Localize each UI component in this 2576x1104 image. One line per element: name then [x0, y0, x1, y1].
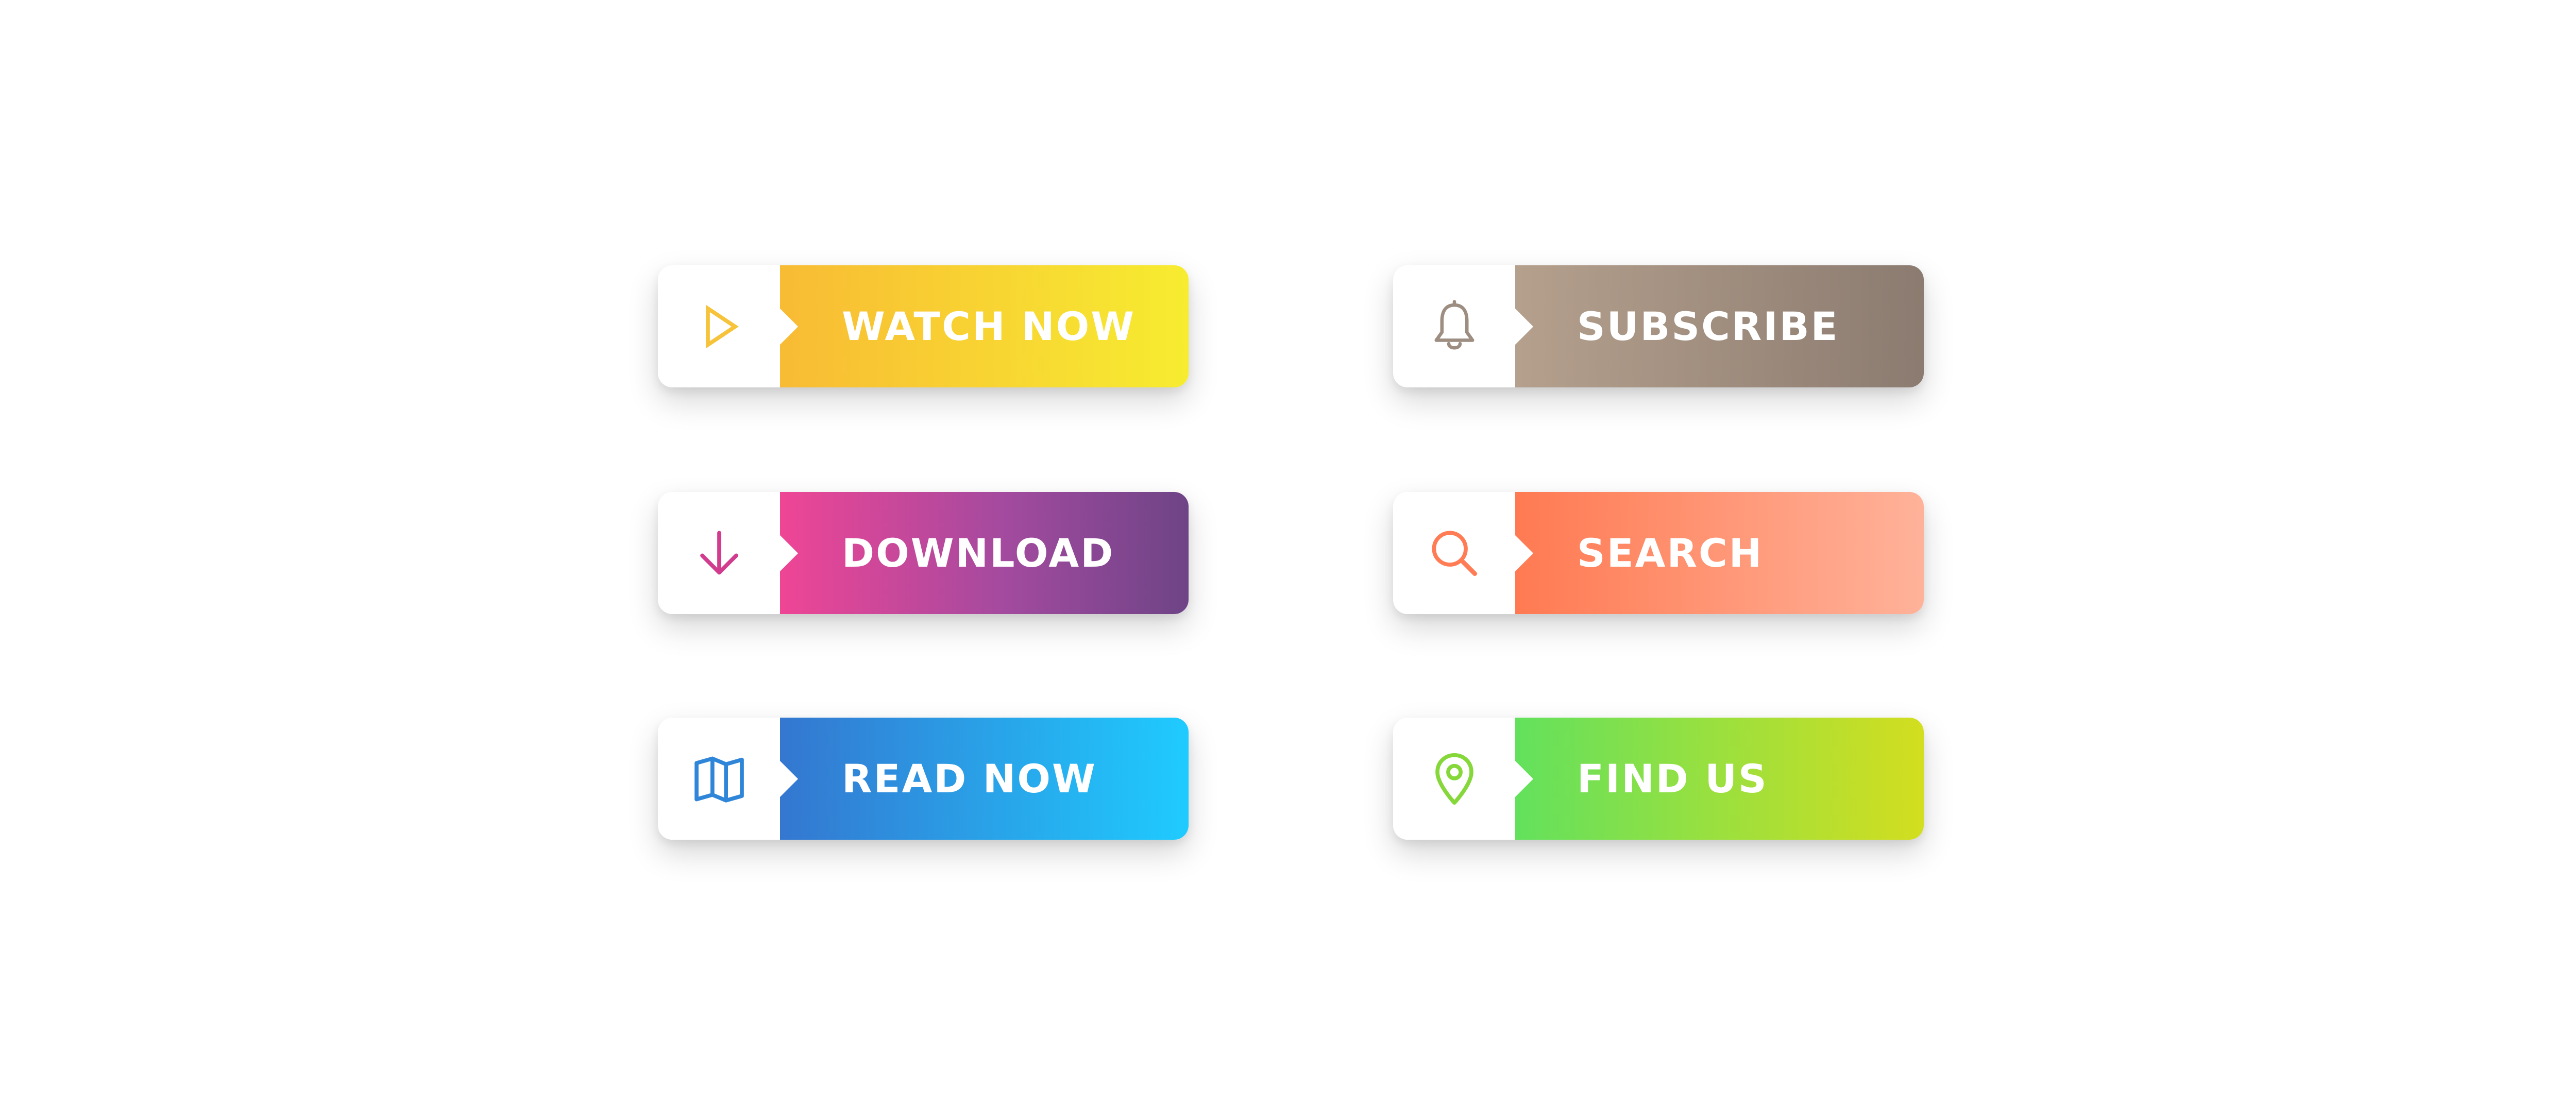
search-icon-box — [1393, 492, 1515, 614]
watch-now-label: WATCH NOW — [842, 303, 1136, 349]
search-icon — [1432, 531, 1477, 576]
download-label-area: DOWNLOAD — [780, 492, 1189, 614]
search-label: SEARCH — [1577, 530, 1764, 576]
arrow-down-icon — [700, 531, 738, 574]
button-showcase: WATCH NOW DOWNLOAD READ NOW SUBSCRIBE SE… — [0, 0, 2576, 1104]
download-icon-box — [658, 492, 780, 614]
subscribe-icon-box — [1393, 265, 1515, 387]
search-label-area: SEARCH — [1515, 492, 1924, 614]
watch-now-icon-box — [658, 265, 780, 387]
bell-icon — [1434, 299, 1474, 350]
watch-now-button[interactable]: WATCH NOW — [658, 265, 1189, 387]
read-now-button[interactable]: READ NOW — [658, 718, 1189, 840]
subscribe-label-area: SUBSCRIBE — [1515, 265, 1924, 387]
search-button[interactable]: SEARCH — [1393, 492, 1924, 614]
download-label: DOWNLOAD — [842, 530, 1115, 576]
read-now-label-area: READ NOW — [780, 718, 1189, 840]
read-now-label: READ NOW — [842, 756, 1097, 802]
location-pin-icon — [1435, 753, 1473, 805]
subscribe-label: SUBSCRIBE — [1577, 303, 1839, 349]
find-us-label: FIND US — [1577, 756, 1768, 802]
book-icon — [694, 756, 744, 803]
find-us-label-area: FIND US — [1515, 718, 1924, 840]
find-us-icon-box — [1393, 718, 1515, 840]
download-button[interactable]: DOWNLOAD — [658, 492, 1189, 614]
read-now-icon-box — [658, 718, 780, 840]
find-us-button[interactable]: FIND US — [1393, 718, 1924, 840]
watch-now-label-area: WATCH NOW — [780, 265, 1189, 387]
play-icon — [705, 304, 739, 348]
subscribe-button[interactable]: SUBSCRIBE — [1393, 265, 1924, 387]
